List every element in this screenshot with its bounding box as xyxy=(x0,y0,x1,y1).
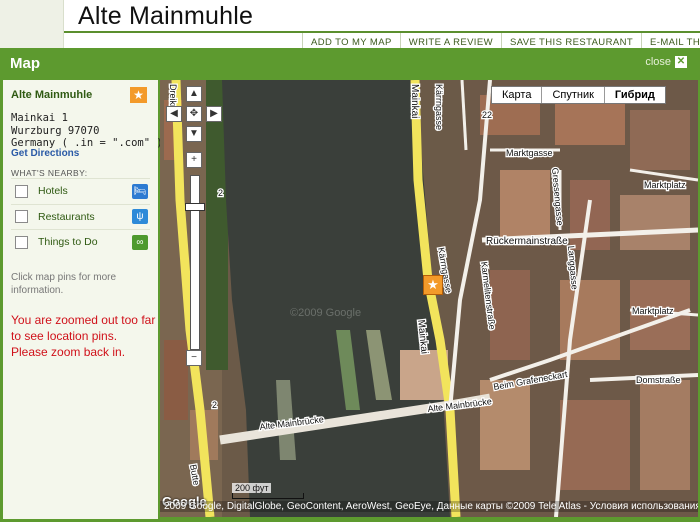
map-attribution[interactable]: 2009 Google, DigitalGlobe, GeoContent, A… xyxy=(160,501,698,512)
zoom-in-button[interactable]: + xyxy=(186,152,202,168)
zoom-warning: You are zoomed out too far to see locati… xyxy=(11,313,156,359)
zoom-slider-handle[interactable] xyxy=(185,203,205,211)
nearby-item-restaurants[interactable]: Restaurants ψ xyxy=(11,203,150,230)
email-this-link[interactable]: E-MAIL THIS xyxy=(641,33,700,48)
map-sidebar: Alte Mainmuhle ★ Mainkai 1 Wurzburg 9707… xyxy=(3,80,163,519)
pan-center-icon[interactable]: ✥ xyxy=(186,106,202,122)
restaurants-checkbox[interactable] xyxy=(15,210,28,224)
map-type-satellite-button[interactable]: Спутник xyxy=(542,87,605,103)
fork-knife-icon: ψ xyxy=(132,209,148,225)
nearby-label: Hotels xyxy=(38,185,68,198)
close-button[interactable]: close ✕ xyxy=(645,56,687,68)
street-label: Mainkai xyxy=(409,84,420,118)
modal-header: Map close ✕ xyxy=(0,48,700,80)
place-name[interactable]: Alte Mainmuhle xyxy=(11,89,92,101)
pin-hint: Click map pins for more information. xyxy=(11,272,117,296)
street-label: Marktgasse xyxy=(506,148,553,158)
modal-title: Map xyxy=(10,55,40,72)
street-label: Domstraße xyxy=(636,375,681,385)
pan-right-icon[interactable]: ▶ xyxy=(206,106,222,122)
get-directions-link[interactable]: Get Directions xyxy=(11,148,79,159)
zoom-slider[interactable] xyxy=(190,175,200,350)
close-icon[interactable]: ✕ xyxy=(675,56,687,68)
save-restaurant-link[interactable]: SAVE THIS RESTAURANT xyxy=(500,33,641,48)
map-canvas[interactable]: Dreikr Mainkai Kärrngasse Kärrngasse Mar… xyxy=(160,80,698,517)
satellite-imagery: Dreikr Mainkai Kärrngasse Kärrngasse Mar… xyxy=(160,80,698,517)
nearby-item-things-to-do[interactable]: Things to Do ∞ xyxy=(11,229,150,255)
nearby-label: Restaurants xyxy=(38,210,95,223)
page-header: Alte Mainmuhle ADD TO MY MAP WRITE A REV… xyxy=(0,0,700,48)
street-label: Kärrngasse xyxy=(434,84,444,130)
write-review-link[interactable]: WRITE A REVIEW xyxy=(399,33,501,48)
nearby-item-hotels[interactable]: Hotels 🛏 xyxy=(11,178,150,204)
map-modal: Map close ✕ Alte Mainmuhle ★ Mainkai 1 W… xyxy=(0,48,700,522)
street-label: 2 xyxy=(218,188,223,198)
imagery-watermark: ©2009 Google xyxy=(290,307,361,319)
restaurant-pin-icon[interactable]: ★ xyxy=(423,275,443,295)
add-to-my-map-link[interactable]: ADD TO MY MAP xyxy=(302,33,400,48)
street-label: Marktplatz xyxy=(632,306,674,316)
street-label: Marktplatz xyxy=(644,180,686,190)
page-root: Alte Mainmuhle ADD TO MY MAP WRITE A REV… xyxy=(0,0,700,522)
pan-down-icon[interactable]: ▼ xyxy=(186,126,202,142)
nearby-label: Things to Do xyxy=(38,236,98,249)
pan-left-icon[interactable]: ◀ xyxy=(166,106,182,122)
address-block: Mainkai 1 Wurzburg 97070 Germany ( .in =… xyxy=(11,112,163,150)
scale-bar xyxy=(232,493,304,499)
pan-up-icon[interactable]: ▲ xyxy=(186,86,202,102)
star-icon: ★ xyxy=(130,87,147,103)
address-line: Mainkai 1 xyxy=(11,112,68,124)
nearby-heading: WHAT'S NEARBY: xyxy=(11,168,88,178)
scale-label: 200 фут xyxy=(232,483,272,493)
map-type-hybrid-button[interactable]: Гибрид xyxy=(604,87,665,103)
header-side-panel xyxy=(0,0,64,48)
action-bar: ADD TO MY MAP WRITE A REVIEW SAVE THIS R… xyxy=(302,33,700,48)
bed-icon: 🛏 xyxy=(132,183,148,199)
street-label: 2 xyxy=(212,400,217,410)
page-title: Alte Mainmuhle xyxy=(78,2,254,30)
pan-control: ▲ ◀ ✥ ▶ ▼ xyxy=(166,86,226,146)
close-label[interactable]: close xyxy=(645,56,671,68)
nearby-list: Hotels 🛏 Restaurants ψ Things to Do ∞ xyxy=(11,178,150,255)
hotels-checkbox[interactable] xyxy=(15,184,28,198)
things-to-do-checkbox[interactable] xyxy=(15,235,28,249)
street-label: Rückermainstraße xyxy=(486,236,568,247)
map-type-map-button[interactable]: Карта xyxy=(492,87,543,103)
street-label: 22 xyxy=(482,110,492,120)
binoculars-icon: ∞ xyxy=(132,234,148,250)
zoom-out-button[interactable]: − xyxy=(186,350,202,366)
map-type-control: Карта Спутник Гибрид xyxy=(491,86,666,104)
address-line: Wurzburg 97070 xyxy=(11,124,100,137)
